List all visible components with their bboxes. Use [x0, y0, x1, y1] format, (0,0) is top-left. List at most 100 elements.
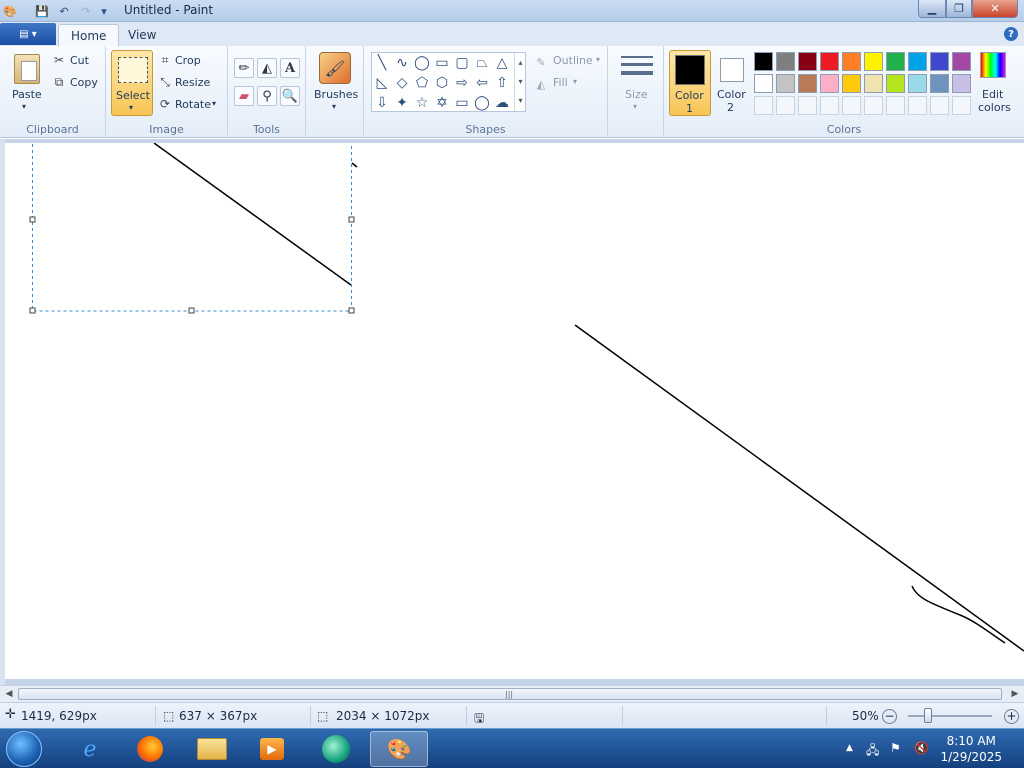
horizontal-scrollbar[interactable]: ◀ ||| ▶ — [0, 685, 1024, 702]
scroll-right-icon[interactable]: ▶ — [1008, 687, 1022, 701]
brushes-dropdown-icon[interactable]: ▾ — [332, 102, 336, 111]
custom-color-slot[interactable] — [798, 96, 817, 115]
resize-button[interactable]: Resize — [175, 76, 210, 89]
selection-handle-bottom-right[interactable] — [348, 307, 355, 314]
palette-swatch[interactable] — [754, 74, 773, 93]
drawing-canvas[interactable] — [5, 143, 1024, 679]
four-point-star-shape-icon[interactable]: ✦ — [392, 93, 412, 113]
oval-callout-shape-icon[interactable]: ◯ — [472, 93, 492, 113]
selection-rectangle[interactable] — [32, 143, 352, 312]
crop-button[interactable]: Crop — [175, 54, 201, 67]
fill-button[interactable]: Fill — [553, 76, 568, 89]
file-explorer-icon[interactable] — [186, 731, 238, 767]
palette-swatch[interactable] — [908, 74, 927, 93]
palette-swatch[interactable] — [820, 52, 839, 71]
shapes-gallery-scroll[interactable]: ▴ ▾ ▾ — [514, 53, 526, 111]
selection-handle-right[interactable] — [348, 216, 355, 223]
cloud-callout-shape-icon[interactable]: ☁ — [492, 93, 512, 113]
fill-dropdown-icon[interactable]: ▾ — [573, 77, 577, 86]
edit-colors-icon[interactable] — [980, 52, 1006, 78]
custom-color-slot[interactable] — [886, 96, 905, 115]
selection-handle-bottom[interactable] — [188, 307, 195, 314]
undo-icon[interactable]: ↶ — [56, 3, 72, 19]
palette-swatch[interactable] — [930, 52, 949, 71]
custom-color-slot[interactable] — [842, 96, 861, 115]
custom-color-slot[interactable] — [952, 96, 971, 115]
magnifier-icon[interactable]: 🔍 — [280, 86, 300, 106]
palette-swatch[interactable] — [908, 52, 927, 71]
triangle-shape-icon[interactable]: △ — [492, 53, 512, 73]
help-icon[interactable]: ? — [1004, 27, 1018, 41]
media-player-icon[interactable]: ▶ — [246, 731, 298, 767]
custom-color-slot[interactable] — [754, 96, 773, 115]
copy-button[interactable]: Copy — [70, 76, 98, 89]
cut-button[interactable]: Cut — [70, 54, 89, 67]
five-point-star-shape-icon[interactable]: ☆ — [412, 93, 432, 113]
text-tool-icon[interactable]: A — [280, 58, 300, 78]
firefox-icon[interactable] — [124, 731, 176, 767]
eraser-icon[interactable]: ▰ — [234, 86, 254, 106]
palette-swatch[interactable] — [952, 52, 971, 71]
rounded-callout-shape-icon[interactable]: ▭ — [452, 93, 472, 113]
size-button[interactable]: Size — [625, 88, 648, 101]
rotate-button[interactable]: Rotate — [175, 98, 211, 111]
redo-icon[interactable]: ↷ — [78, 3, 94, 19]
pentagon-shape-icon[interactable]: ⬠ — [412, 73, 432, 93]
zoom-slider-thumb[interactable] — [924, 708, 932, 723]
volume-muted-icon[interactable]: 🔇 — [914, 741, 929, 755]
outline-dropdown-icon[interactable]: ▾ — [596, 55, 600, 64]
close-button[interactable]: ✕ — [972, 0, 1018, 18]
select-button[interactable]: Select ▾ — [111, 50, 153, 116]
system-clock[interactable]: 8:10 AM 1/29/2025 — [940, 733, 1002, 765]
paint-taskbar-button[interactable]: 🎨 — [370, 731, 428, 767]
polygon-shape-icon[interactable]: ⏢ — [472, 53, 492, 73]
zoom-out-button[interactable]: − — [882, 709, 897, 724]
size-dropdown-icon[interactable]: ▾ — [633, 102, 637, 111]
scroll-left-icon[interactable]: ◀ — [2, 687, 16, 701]
network-icon[interactable]: 🖧 — [866, 741, 879, 762]
left-arrow-shape-icon[interactable]: ⇦ — [472, 73, 492, 93]
palette-swatch[interactable] — [798, 52, 817, 71]
custom-color-slot[interactable] — [776, 96, 795, 115]
palette-swatch[interactable] — [842, 74, 861, 93]
messenger-icon[interactable] — [310, 731, 362, 767]
edit-colors-label-line1[interactable]: Edit — [982, 88, 1003, 101]
tab-view[interactable]: View — [116, 24, 168, 46]
paint-menu-button[interactable]: ▤ ▾ — [0, 23, 56, 45]
action-center-flag-icon[interactable]: ⚑ — [890, 741, 901, 755]
hexagon-shape-icon[interactable]: ⬡ — [432, 73, 452, 93]
selection-handle-bottom-left[interactable] — [29, 307, 36, 314]
palette-swatch[interactable] — [864, 52, 883, 71]
zoom-in-button[interactable]: + — [1004, 709, 1019, 724]
up-arrow-shape-icon[interactable]: ⇧ — [492, 73, 512, 93]
palette-swatch[interactable] — [930, 74, 949, 93]
palette-swatch[interactable] — [886, 74, 905, 93]
palette-swatch[interactable] — [754, 52, 773, 71]
show-hidden-icons[interactable]: ▲ — [846, 743, 853, 753]
brushes-button[interactable]: Brushes — [314, 88, 358, 101]
color1-button[interactable]: Color 1 — [669, 50, 711, 116]
brush-icon[interactable]: 🖌 — [319, 52, 351, 84]
palette-swatch[interactable] — [864, 74, 883, 93]
custom-color-slot[interactable] — [930, 96, 949, 115]
internet-explorer-icon[interactable]: ℯ — [64, 731, 116, 767]
color2-button[interactable]: Color 2 — [714, 50, 752, 116]
rotate-dropdown-icon[interactable]: ▾ — [212, 99, 216, 108]
tab-home[interactable]: Home — [58, 24, 120, 46]
palette-swatch[interactable] — [820, 74, 839, 93]
maximize-button[interactable]: ❐ — [946, 0, 972, 18]
rounded-rectangle-shape-icon[interactable]: ▢ — [452, 53, 472, 73]
custom-color-slot[interactable] — [820, 96, 839, 115]
save-icon[interactable]: 💾 — [34, 3, 50, 19]
pencil-icon[interactable]: ✏ — [234, 58, 254, 78]
selection-handle-left[interactable] — [29, 216, 36, 223]
palette-swatch[interactable] — [776, 74, 795, 93]
color-picker-icon[interactable]: ⚲ — [257, 86, 277, 106]
custom-color-slot[interactable] — [864, 96, 883, 115]
right-arrow-shape-icon[interactable]: ⇨ — [452, 73, 472, 93]
palette-swatch[interactable] — [886, 52, 905, 71]
paste-button[interactable]: Paste — [12, 88, 42, 101]
minimize-button[interactable]: ▁ — [918, 0, 946, 18]
curve-shape-icon[interactable]: ∿ — [392, 53, 412, 73]
oval-shape-icon[interactable]: ◯ — [412, 53, 432, 73]
